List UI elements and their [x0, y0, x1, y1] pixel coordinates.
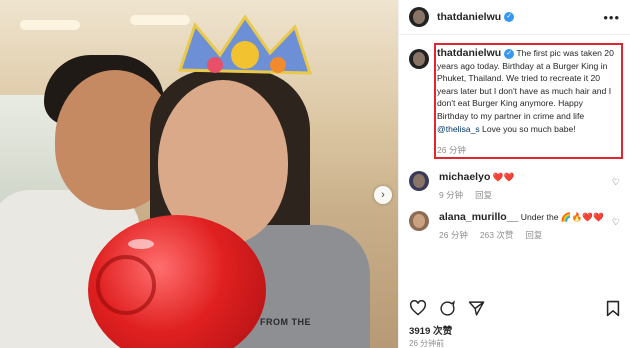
header-username[interactable]: thatdanielwu — [437, 11, 501, 23]
reply-button[interactable]: 回复 — [475, 190, 492, 200]
caption-username[interactable]: thatdanielwu — [437, 47, 501, 59]
heart-icon[interactable] — [409, 300, 427, 316]
comment-time: 26 分钟 — [439, 229, 468, 240]
like-count[interactable]: 3919 次赞 — [409, 323, 452, 337]
comment-text: Under the 🌈🔥❤️❤️ — [520, 211, 604, 222]
bookmark-icon[interactable] — [606, 300, 620, 317]
comment-avatar[interactable] — [409, 170, 429, 191]
comment-time: 9 分钟 — [439, 189, 464, 200]
comment-icon[interactable] — [439, 300, 456, 317]
post-side-panel: thatdanielwu ✓ ••• thatdanielwu ✓ The fir… — [398, 0, 630, 348]
caption-avatar[interactable] — [409, 49, 429, 69]
caption: thatdanielwu ✓ The first pic was taken 20… — [399, 35, 630, 157]
caption-time: 26 分钟 — [437, 145, 466, 156]
comment-likes[interactable]: 263 次赞 — [480, 230, 514, 240]
caption-text: thatdanielwu ✓ The first pic was taken 20… — [437, 47, 615, 157]
like-comment-heart-icon[interactable]: ♡ — [612, 177, 620, 188]
balloon-shine — [128, 239, 154, 249]
comment-username[interactable]: alana_murillo__ — [439, 211, 518, 223]
comment-username[interactable]: michaelyo — [439, 171, 490, 183]
paper-crown-icon — [177, 15, 313, 75]
comment-avatar[interactable] — [409, 210, 429, 231]
reply-button[interactable]: 回复 — [525, 230, 542, 240]
ceiling-light — [20, 20, 80, 30]
post-photo[interactable]: FROM THE › — [0, 0, 398, 348]
avatar[interactable] — [409, 7, 429, 27]
instagram-post: FROM THE › thatdanielwu ✓ ••• thatdaniel… — [0, 0, 630, 348]
comment-text: ❤️❤️ — [492, 171, 515, 182]
caption-body-end: Love you so much babe! — [479, 123, 576, 134]
more-options-button[interactable]: ••• — [603, 10, 620, 25]
mention-link[interactable]: @thelisa_s — [437, 124, 480, 134]
action-bar — [409, 300, 485, 317]
share-icon[interactable] — [468, 300, 485, 317]
comment-item: alana_murillo__ Under the 🌈🔥❤️❤️ 26 分钟 26… — [399, 210, 630, 241]
comment-item: michaelyo ❤️❤️ 9 分钟 回复 ♡ — [399, 170, 630, 201]
chevron-right-icon[interactable]: › — [374, 186, 392, 204]
shirt-print: FROM THE — [260, 317, 311, 327]
post-time: 26 分钟前 — [409, 339, 445, 348]
post-header: thatdanielwu ✓ ••• — [399, 0, 630, 35]
like-comment-heart-icon[interactable]: ♡ — [612, 217, 620, 228]
verified-badge-icon: ✓ — [504, 12, 515, 22]
verified-badge-icon: ✓ — [504, 48, 515, 59]
balloon-logo — [96, 255, 156, 315]
